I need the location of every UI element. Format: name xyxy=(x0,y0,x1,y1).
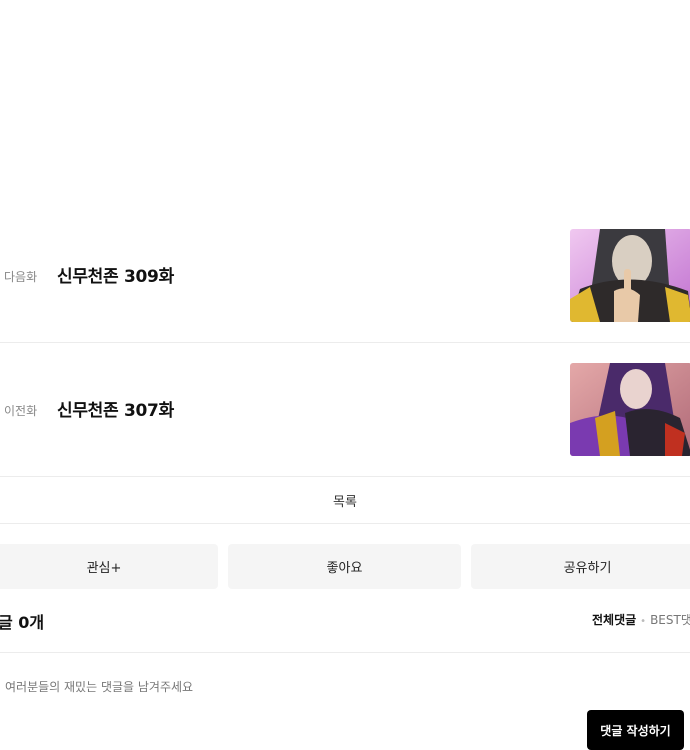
favorite-button[interactable]: 관심+ xyxy=(0,544,218,589)
next-episode-title[interactable]: 신무천존 309화 xyxy=(57,262,174,287)
prev-episode-tag: 이전화 xyxy=(4,404,38,418)
divider xyxy=(0,342,690,343)
comment-count: 글 0개 xyxy=(0,613,45,632)
sort-best-tab[interactable]: BEST댓 xyxy=(650,613,690,627)
write-comment-button[interactable]: 댓글 작성하기 xyxy=(587,710,684,750)
share-button[interactable]: 공유하기 xyxy=(471,544,690,589)
next-episode-row[interactable]: 다음화 신무천존 309화 xyxy=(0,229,690,325)
list-button[interactable]: 목록 xyxy=(0,478,690,523)
divider xyxy=(0,652,690,653)
prev-episode-title[interactable]: 신무천존 307화 xyxy=(57,396,174,421)
next-episode-tag: 다음화 xyxy=(4,270,38,284)
divider xyxy=(0,476,690,477)
like-button[interactable]: 좋아요 xyxy=(228,544,461,589)
next-episode-thumbnail[interactable] xyxy=(570,229,690,322)
prev-episode-thumbnail[interactable] xyxy=(570,363,690,456)
prev-episode-row[interactable]: 이전화 신무천존 307화 xyxy=(0,363,690,459)
divider xyxy=(0,523,690,524)
separator-dot: • xyxy=(640,616,647,627)
comment-sort-tabs: 전체댓글 • BEST댓 xyxy=(592,611,690,628)
comment-input[interactable]: 여러분들의 재밌는 댓글을 남겨주세요 xyxy=(5,678,193,695)
sort-all-tab[interactable]: 전체댓글 xyxy=(592,613,636,627)
